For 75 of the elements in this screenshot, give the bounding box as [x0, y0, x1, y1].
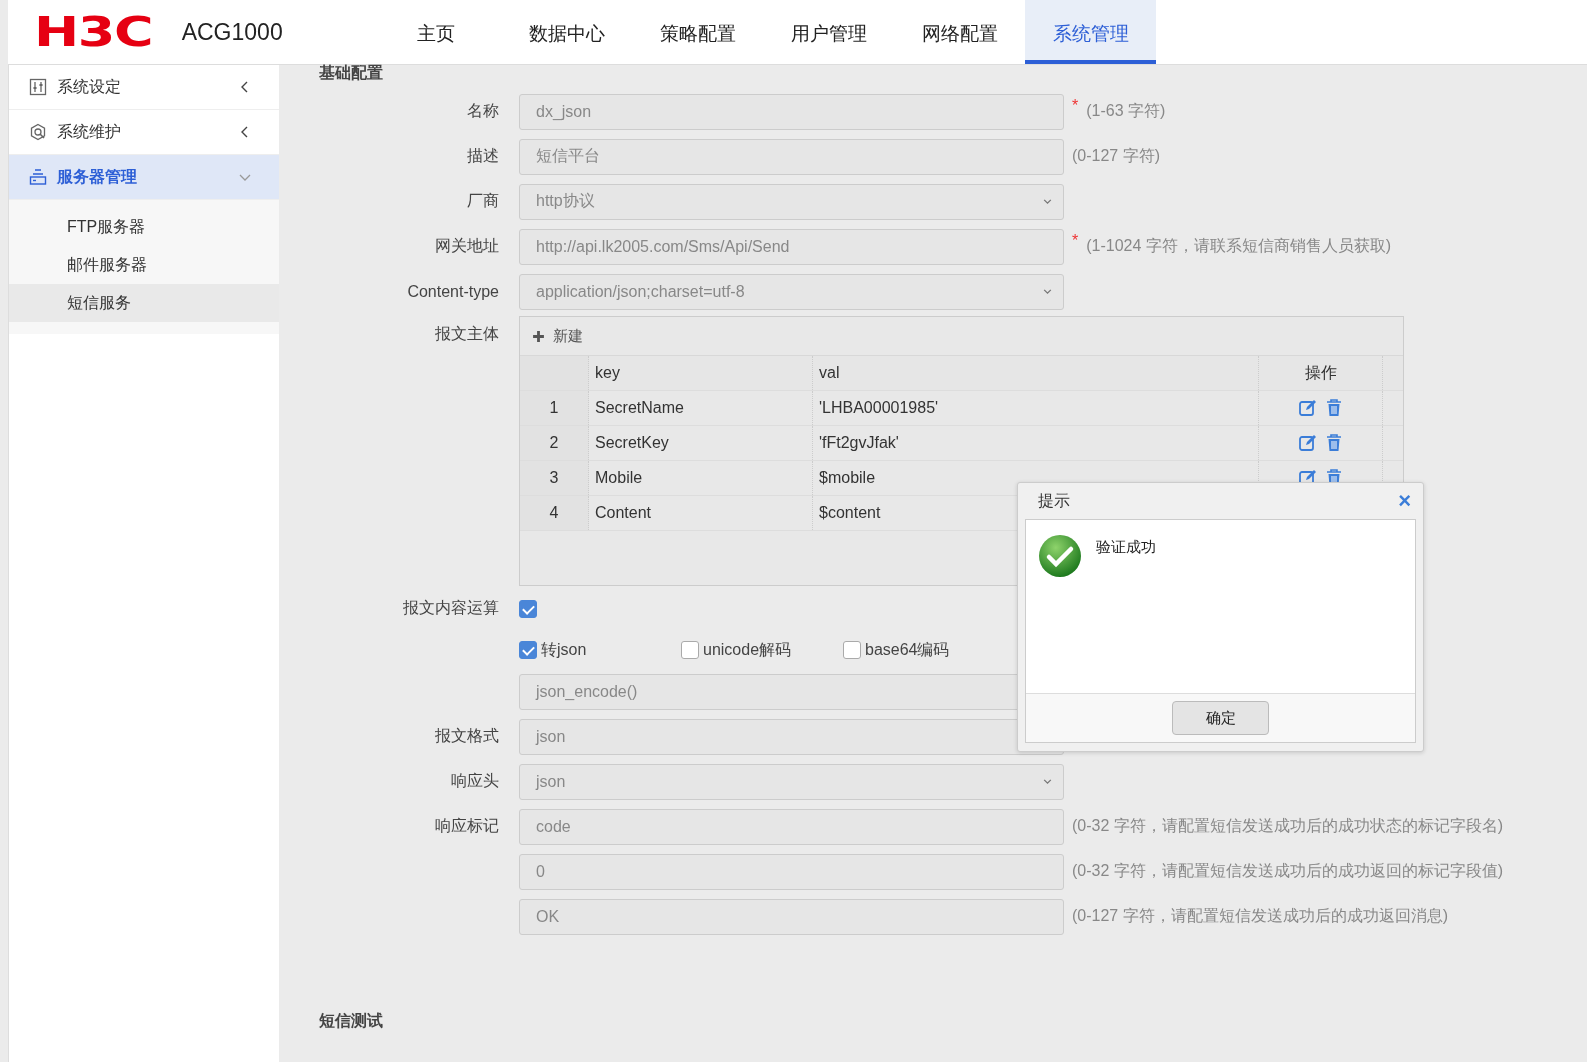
logo: H3C: [34, 9, 153, 55]
row-number: 3: [520, 461, 589, 495]
nav-tab[interactable]: 用户管理: [763, 0, 894, 64]
field-hint: (0-32 字符，请配置短信发送成功后的成功返回的标记字段值): [1072, 861, 1504, 881]
table-cell: SecretKey: [589, 426, 813, 460]
row-number: 2: [520, 426, 589, 460]
checkbox-label: unicode解码: [703, 639, 792, 660]
field-hint: (0-32 字符，请配置短信发送成功后的成功状态的标记字段名): [1072, 816, 1504, 836]
nav-tab[interactable]: 策略配置: [632, 0, 763, 64]
sidebar-item[interactable]: 系统设定: [9, 65, 279, 110]
input-field[interactable]: http://api.lk2005.com/Sms/Api/Send: [519, 228, 1064, 265]
field-hint: (1-1024 字符，请联系短信商销售人员获取): [1086, 236, 1392, 256]
field-label: 名称: [466, 101, 499, 121]
sidebar-subitem[interactable]: FTP服务器: [9, 208, 279, 246]
input-field[interactable]: dx_json: [519, 93, 1064, 130]
select-field[interactable]: application/json;charset=utf-8: [519, 273, 1064, 310]
column-header: key: [589, 356, 813, 390]
checkbox[interactable]: [519, 599, 537, 618]
input-field[interactable]: 0: [519, 853, 1064, 890]
checkbox[interactable]: [681, 641, 699, 659]
select-field[interactable]: http协议: [519, 183, 1064, 220]
sliders-icon: [29, 78, 47, 96]
field-label: 网关地址: [434, 236, 499, 256]
section-title: 短信测试: [319, 1011, 384, 1031]
input-field[interactable]: OK: [519, 898, 1064, 935]
column-header: val: [813, 356, 1259, 390]
field-label: 响应标记: [434, 816, 499, 836]
nav-tab[interactable]: 系统管理: [1025, 0, 1156, 64]
table-cell: 'fFt2gvJfak': [813, 426, 1259, 460]
checkbox-label: 转json: [541, 639, 587, 660]
input-field[interactable]: 短信平台: [519, 138, 1064, 175]
nav-tab[interactable]: 数据中心: [501, 0, 632, 64]
table-cell: SecretName: [589, 391, 813, 425]
trash-icon[interactable]: [1324, 399, 1343, 417]
field-label: 描述: [466, 146, 499, 166]
field-label: 响应头: [450, 771, 499, 791]
table-cell: 'LHBA00001985': [813, 391, 1259, 425]
field-hint: (1-63 字符): [1086, 101, 1166, 121]
input-field[interactable]: code: [519, 808, 1064, 845]
dialog-message: 验证成功: [1096, 538, 1156, 557]
product-name: ACG1000: [181, 18, 283, 46]
checkbox[interactable]: [843, 641, 861, 659]
field-label: 报文主体: [434, 324, 499, 344]
field-label: 厂商: [466, 191, 499, 211]
row-number: 1: [520, 391, 589, 425]
close-button[interactable]: ×: [1398, 490, 1411, 512]
section-title: 基础配置: [319, 63, 384, 83]
sidebar-item[interactable]: 服务器管理: [9, 155, 279, 200]
field-label: 报文内容运算: [402, 598, 499, 618]
trash-icon[interactable]: [1324, 434, 1343, 452]
field-hint: (0-127 字符，请配置短信发送成功后的成功返回消息): [1072, 906, 1449, 926]
sidebar-subitem[interactable]: 短信服务: [9, 284, 279, 322]
edit-icon[interactable]: [1298, 399, 1317, 417]
add-button[interactable]: 新建: [532, 326, 583, 346]
plus-icon: [532, 329, 545, 343]
field-hint: (0-127 字符): [1072, 146, 1161, 166]
field-label: 报文格式: [434, 726, 499, 746]
required-mark: *: [1072, 232, 1079, 250]
required-mark: *: [1072, 97, 1079, 115]
nav-tab[interactable]: 主页: [370, 0, 501, 64]
table-cell: Content: [589, 496, 813, 530]
row-number: 4: [520, 496, 589, 530]
nav-tab[interactable]: 网络配置: [894, 0, 1025, 64]
select-field[interactable]: json: [519, 763, 1064, 800]
sidebar-subitem[interactable]: 邮件服务器: [9, 246, 279, 284]
field-label: Content-type: [406, 282, 499, 301]
table-cell: Mobile: [589, 461, 813, 495]
edit-icon[interactable]: [1298, 434, 1317, 452]
column-header: 操作: [1259, 356, 1383, 390]
checkbox[interactable]: [519, 641, 537, 659]
checkbox-label: base64编码: [865, 639, 950, 660]
input-field[interactable]: json: [519, 718, 1064, 755]
success-check-icon: [1038, 534, 1082, 578]
confirm-button[interactable]: 确定: [1172, 701, 1269, 735]
server-icon: [29, 168, 47, 186]
